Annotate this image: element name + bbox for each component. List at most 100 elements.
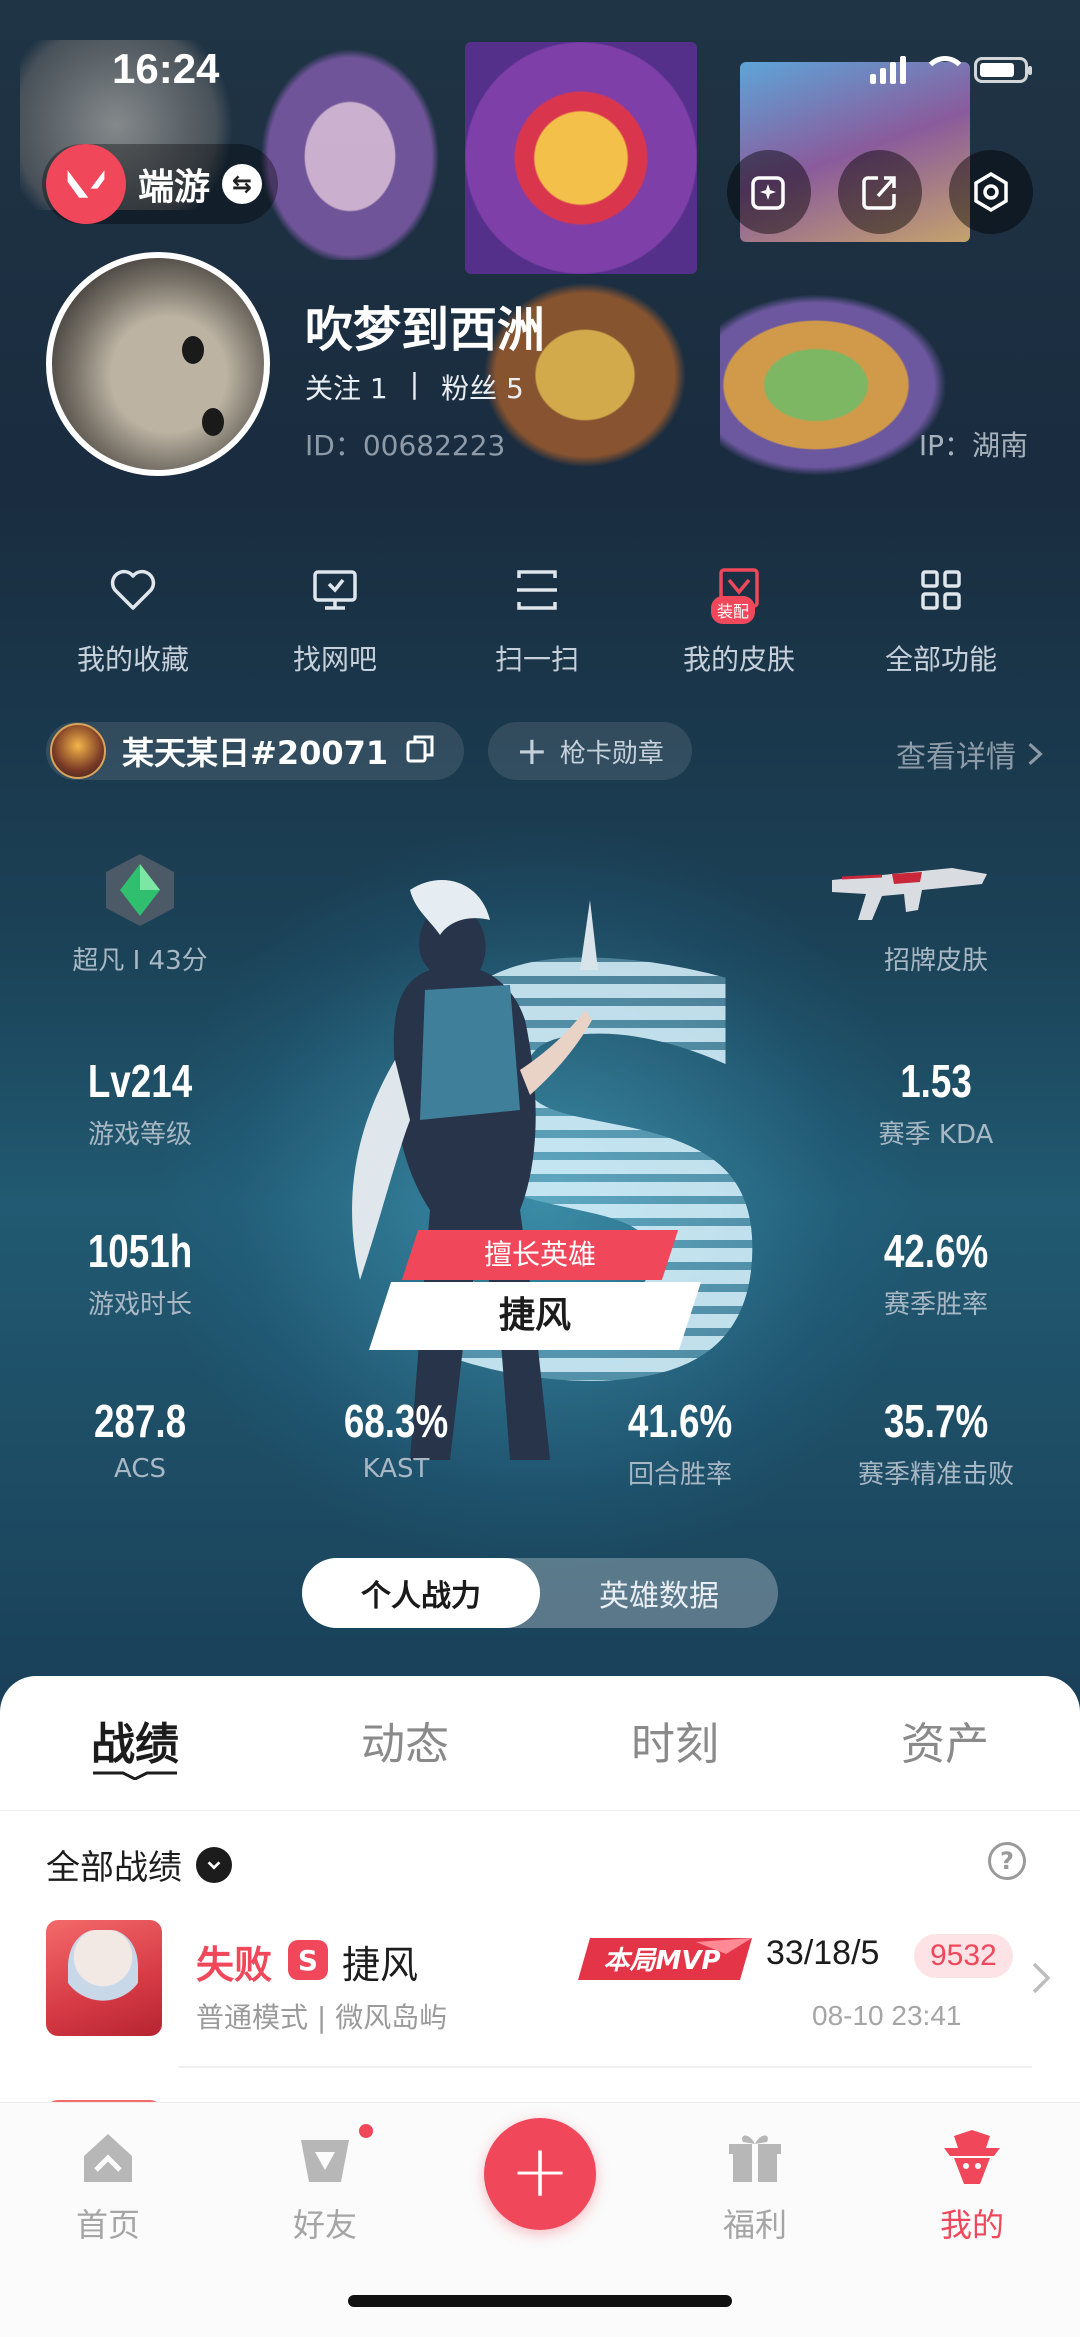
decor-sticker xyxy=(465,42,697,274)
best-hero-name-bg: 捷风 xyxy=(368,1282,702,1350)
quick-action-label: 找网吧 xyxy=(292,643,377,676)
match-hero-thumbnail xyxy=(46,1920,162,2036)
settings-button[interactable] xyxy=(949,150,1033,234)
stat-winrate: 42.6% 赛季胜率 xyxy=(816,1224,1056,1321)
records-filter-label: 全部战绩 xyxy=(46,1848,182,1888)
rank-immortal-icon xyxy=(106,854,174,926)
quick-action-label: 我的皮肤 xyxy=(682,643,795,676)
stat-value: 68.3% xyxy=(343,1395,449,1447)
row-divider xyxy=(178,2066,1032,2068)
signal-icon xyxy=(870,56,906,84)
nav-label: 好友 xyxy=(292,2206,357,2244)
avatar[interactable] xyxy=(46,252,270,476)
tab-assets[interactable]: 资产 xyxy=(810,1700,1080,1772)
match-mode-badge: S xyxy=(288,1940,328,1980)
nav-benefits[interactable]: 福利 xyxy=(675,2126,835,2246)
monitor-icon xyxy=(313,570,357,610)
settings-icon xyxy=(974,171,1008,213)
segment-hero-data[interactable]: 英雄数据 xyxy=(540,1558,778,1628)
quick-action-scan[interactable]: 扫一扫 xyxy=(436,560,638,678)
stat-rank: 超凡 I 43分 xyxy=(20,940,260,977)
stat-round-winrate: 41.6% 回合胜率 xyxy=(560,1394,800,1491)
match-time: 08-10 23:41 xyxy=(812,2000,962,2031)
followers-count[interactable]: 粉丝 5 xyxy=(441,367,524,407)
share-button[interactable] xyxy=(838,150,922,234)
match-row[interactable]: 失败 S 捷风 普通模式 | 微风岛屿 本局MVP 33/18/5 9532 0… xyxy=(46,1920,1051,2036)
swap-icon: ⇆ xyxy=(222,164,263,204)
heart-icon xyxy=(110,569,156,610)
stat-label: 赛季 KDA xyxy=(878,1120,994,1150)
player-tag[interactable]: 某天某日#20071 xyxy=(46,722,465,780)
tab-moments[interactable]: 时刻 xyxy=(540,1700,810,1772)
user-id: ID：00682223 xyxy=(305,429,506,462)
stat-label: 游戏时长 xyxy=(87,1290,192,1320)
nav-profile[interactable]: 我的 xyxy=(892,2126,1052,2246)
best-hero-name: 捷风 xyxy=(498,1295,571,1336)
quick-action-skins[interactable]: 装配 我的皮肤 xyxy=(638,560,840,678)
stat-label: 超凡 I 43分 xyxy=(72,946,208,976)
edit-sticker-button[interactable] xyxy=(727,150,811,234)
nav-label: 我的 xyxy=(939,2206,1004,2244)
quick-action-favorites[interactable]: 我的收藏 xyxy=(32,560,234,678)
gift-icon xyxy=(729,2135,781,2182)
stat-kast: 68.3% KAST xyxy=(276,1394,516,1484)
records-filter[interactable]: 全部战绩 xyxy=(46,1840,232,1889)
quick-action-all[interactable]: 全部功能 xyxy=(840,560,1042,678)
following-count[interactable]: 关注 1 xyxy=(305,367,388,407)
nav-friends[interactable]: 好友 xyxy=(245,2122,405,2246)
tab-label: 动态 xyxy=(361,1719,449,1770)
stat-label: 回合胜率 xyxy=(627,1460,732,1490)
grid-icon xyxy=(921,570,961,610)
username: 吹梦到西洲 xyxy=(305,302,546,358)
player-card-avatar xyxy=(50,723,106,779)
nav-home[interactable]: 首页 xyxy=(28,2126,188,2246)
stat-headshot: 35.7% 赛季精准击败 xyxy=(816,1394,1056,1491)
quick-action-label: 扫一扫 xyxy=(494,643,579,676)
stat-kda: 1.53 赛季 KDA xyxy=(816,1054,1056,1151)
stats-segment-control: 个人战力 英雄数据 xyxy=(302,1558,778,1628)
scan-icon xyxy=(517,570,557,610)
ip-location: IP：湖南 xyxy=(918,429,1028,462)
stat-value: 287.8 xyxy=(93,1395,187,1447)
mvp-label: 本局MVP xyxy=(603,1946,720,1976)
quick-action-label: 我的收藏 xyxy=(76,643,189,676)
content-tabs: 战绩 动态 时刻 资产 xyxy=(0,1700,1080,1780)
tab-label: 资产 xyxy=(901,1719,989,1770)
help-icon[interactable]: ? xyxy=(988,1842,1026,1880)
stat-signature-skin: 招牌皮肤 xyxy=(816,940,1056,977)
status-time: 16:24 xyxy=(112,45,220,92)
copy-icon[interactable] xyxy=(404,733,436,769)
stat-label: 赛季精准击败 xyxy=(857,1460,1014,1490)
quick-action-netcafe[interactable]: 找网吧 xyxy=(234,560,436,678)
home-icon xyxy=(84,2134,132,2182)
best-hero-title-bg: 擅长英雄 xyxy=(401,1230,679,1280)
segment-personal-power[interactable]: 个人战力 xyxy=(302,1558,540,1628)
match-hero-name: 捷风 xyxy=(342,1943,419,1987)
avatar-detail xyxy=(182,336,204,364)
tab-feed[interactable]: 动态 xyxy=(270,1700,540,1772)
quick-action-label: 全部功能 xyxy=(884,643,997,676)
best-hero-tag[interactable]: 擅长英雄 捷风 xyxy=(360,1230,710,1350)
view-details-link[interactable]: 查看详情 xyxy=(896,732,1044,776)
stat-acs: 287.8 ACS xyxy=(20,1394,260,1484)
stat-label: 赛季胜率 xyxy=(883,1290,988,1320)
nav-label: 首页 xyxy=(75,2206,140,2244)
create-post-button[interactable]: + xyxy=(484,2118,596,2230)
divider xyxy=(0,1810,1080,1811)
tab-records[interactable]: 战绩 xyxy=(0,1700,270,1780)
stat-label: KAST xyxy=(362,1454,430,1484)
mvp-badge-icon: 本局MVP xyxy=(578,1938,752,1980)
stat-value: 1.53 xyxy=(900,1055,972,1107)
app-switcher[interactable]: 端游 ⇆ xyxy=(42,144,279,224)
share-icon xyxy=(862,176,896,210)
edit-sticker-icon xyxy=(751,176,785,210)
card-badge-label: 枪卡勋章 xyxy=(559,738,664,769)
stat-label: ACS xyxy=(114,1454,166,1484)
card-badge-button[interactable]: + 枪卡勋章 xyxy=(488,722,692,780)
stat-level: Lv214 游戏等级 xyxy=(20,1054,260,1151)
plus-icon: + xyxy=(509,2129,571,2213)
tab-underline-icon xyxy=(93,1771,177,1780)
tab-label: 战绩 xyxy=(91,1719,179,1770)
match-kda: 33/18/5 xyxy=(766,1934,880,1972)
follow-stats: 关注 1 | 粉丝 5 xyxy=(305,367,524,407)
